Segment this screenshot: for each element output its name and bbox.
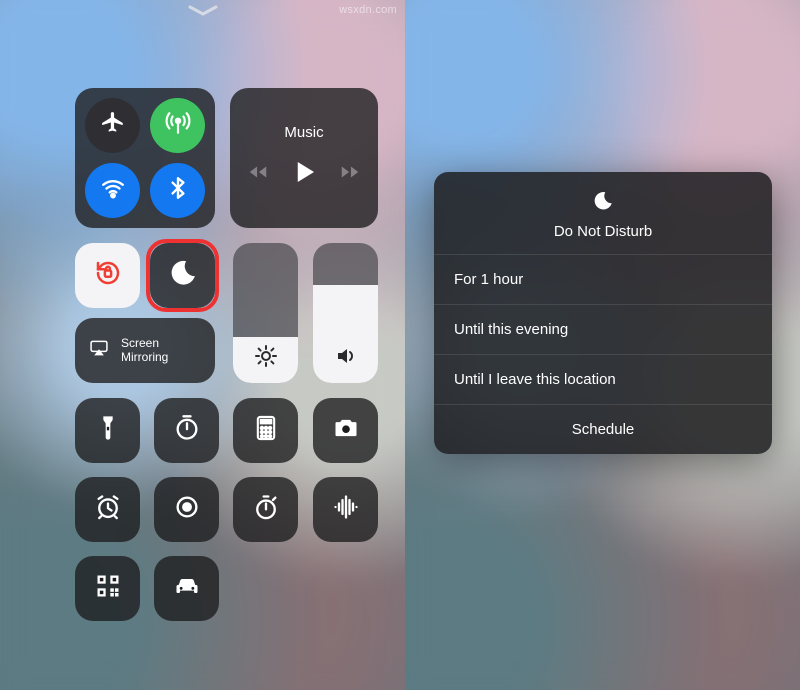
dnd-schedule-button[interactable]: Schedule [434, 404, 772, 454]
wifi-icon [100, 175, 126, 206]
dnd-options-screen: Do Not Disturb For 1 hour Until this eve… [405, 0, 800, 690]
screen-record-icon [173, 493, 201, 526]
camera-icon [332, 414, 360, 447]
qr-code-icon [94, 572, 122, 605]
do-not-disturb-toggle[interactable] [150, 243, 215, 308]
rotation-lock-icon [93, 258, 123, 293]
volume-slider[interactable] [313, 243, 378, 383]
dnd-option-1hour[interactable]: For 1 hour [434, 254, 772, 304]
timer-button[interactable] [154, 398, 219, 463]
dnd-option-evening[interactable]: Until this evening [434, 304, 772, 354]
play-icon[interactable] [289, 157, 319, 192]
calculator-button[interactable] [233, 398, 298, 463]
rewind-icon[interactable] [247, 161, 269, 188]
wifi-toggle[interactable] [85, 163, 140, 218]
orientation-lock-toggle[interactable] [75, 243, 140, 308]
stopwatch-icon [252, 493, 280, 526]
airplane-mode-toggle[interactable] [85, 98, 140, 153]
flashlight-button[interactable] [75, 398, 140, 463]
waveform-icon [332, 493, 360, 526]
antenna-icon [165, 110, 191, 141]
bluetooth-toggle[interactable] [150, 163, 205, 218]
flashlight-icon [94, 414, 122, 447]
moon-icon [592, 190, 614, 223]
fastforward-icon[interactable] [339, 161, 361, 188]
stopwatch-button[interactable] [233, 477, 298, 542]
speaker-icon [334, 344, 358, 373]
calculator-icon [252, 414, 280, 447]
do-not-disturb-popup: Do Not Disturb For 1 hour Until this eve… [434, 172, 772, 454]
airplane-icon [100, 110, 126, 141]
bluetooth-icon [165, 175, 191, 206]
grabber-chevron-icon[interactable] [188, 3, 218, 24]
dnd-option-leave-location[interactable]: Until I leave this location [434, 354, 772, 404]
popup-header: Do Not Disturb [434, 172, 772, 254]
alarm-clock-icon [94, 493, 122, 526]
popup-title: Do Not Disturb [444, 223, 762, 240]
watermark: wsxdn.com [339, 4, 397, 16]
alarm-button[interactable] [75, 477, 140, 542]
screen-mirroring-label: ScreenMirroring [121, 337, 168, 365]
screen-record-button[interactable] [154, 477, 219, 542]
timer-icon [173, 414, 201, 447]
moon-icon [168, 258, 198, 293]
qr-scanner-button[interactable] [75, 556, 140, 621]
voice-memos-button[interactable] [313, 477, 378, 542]
car-icon [173, 572, 201, 605]
brightness-slider[interactable] [233, 243, 298, 383]
now-playing-title: Music [284, 124, 323, 141]
connectivity-group[interactable] [75, 88, 215, 228]
driving-mode-button[interactable] [154, 556, 219, 621]
screen-mirroring-button[interactable]: ScreenMirroring [75, 318, 215, 383]
now-playing-tile[interactable]: Music [230, 88, 378, 228]
camera-button[interactable] [313, 398, 378, 463]
airplay-icon [87, 338, 111, 363]
control-center-screen: wsxdn.com [0, 0, 405, 690]
sun-icon [254, 344, 278, 373]
cellular-data-toggle[interactable] [150, 98, 205, 153]
